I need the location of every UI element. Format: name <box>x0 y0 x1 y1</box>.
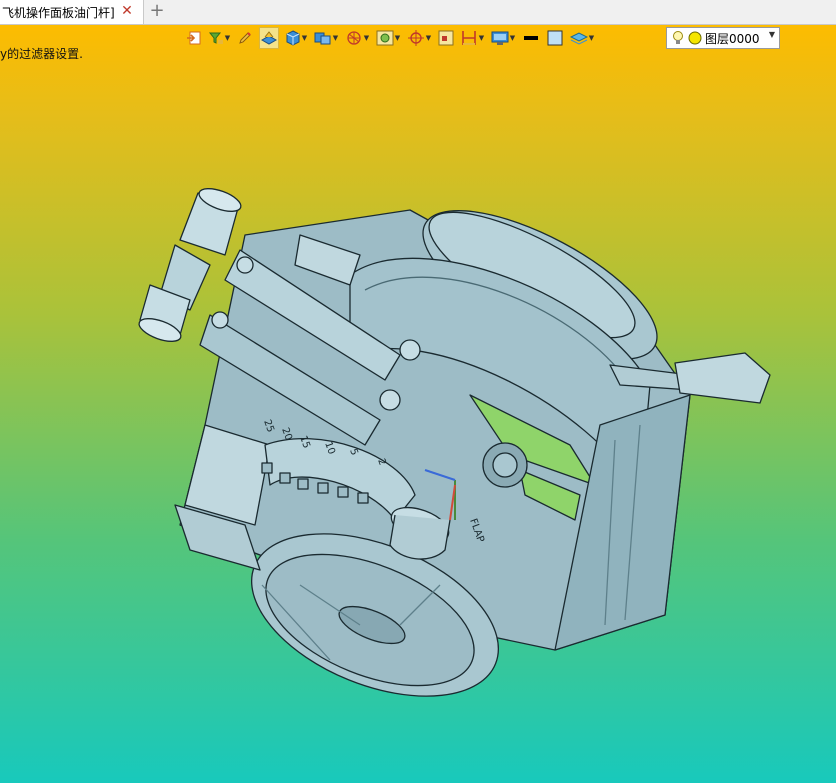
tab-bar: 飞机操作面板油门杆] ✕ + <box>0 0 836 25</box>
add-tab-icon[interactable]: + <box>148 2 166 20</box>
close-tab-icon[interactable]: ✕ <box>119 3 135 19</box>
3d-viewport[interactable]: y的过滤器设置. ▼ ▼ ▼ ▼ ▼ ▼ ▼ ▼ ▼ 图层0000 ▼ 2 5 … <box>0 25 836 783</box>
document-tab[interactable]: 飞机操作面板油门杆] ✕ <box>0 0 144 24</box>
document-tab-title: 飞机操作面板油门杆] <box>2 5 115 20</box>
throttle-lever-model[interactable]: 2 5 10 15 20 25 FLAP <box>0 25 836 783</box>
